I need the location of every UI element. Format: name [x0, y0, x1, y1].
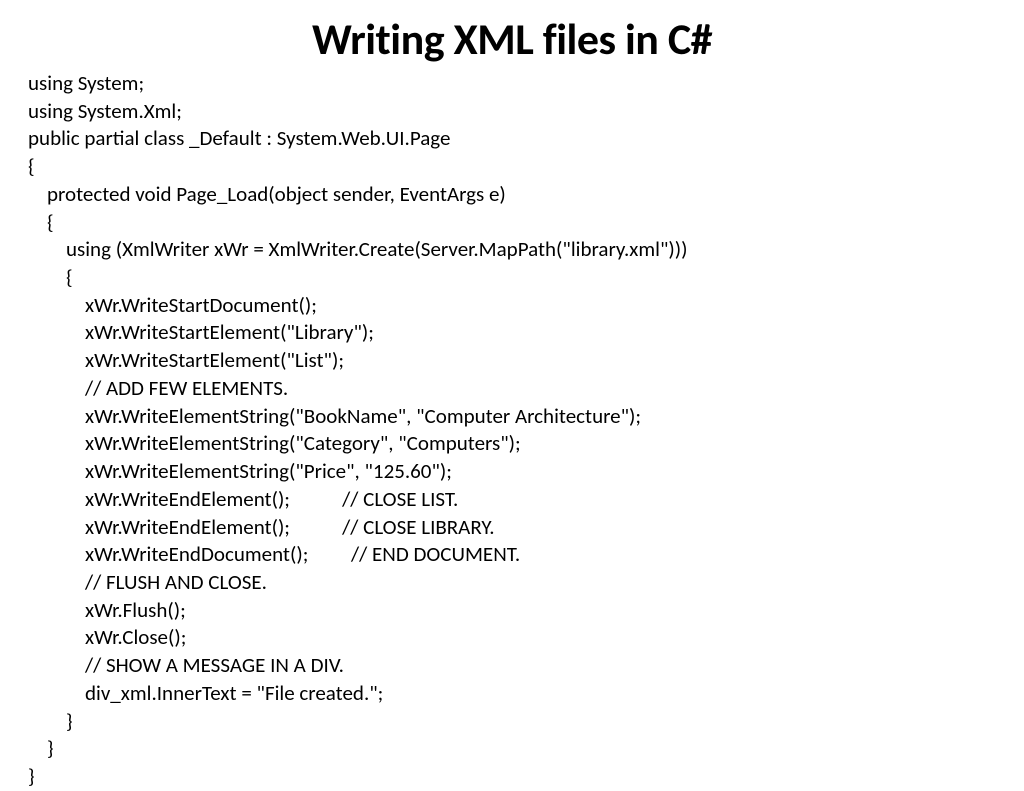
slide-container: Writing XML files in C# using System; us…: [0, 0, 1024, 768]
code-block: using System; using System.Xml; public p…: [28, 70, 996, 791]
slide-title: Writing XML files in C#: [28, 12, 996, 66]
